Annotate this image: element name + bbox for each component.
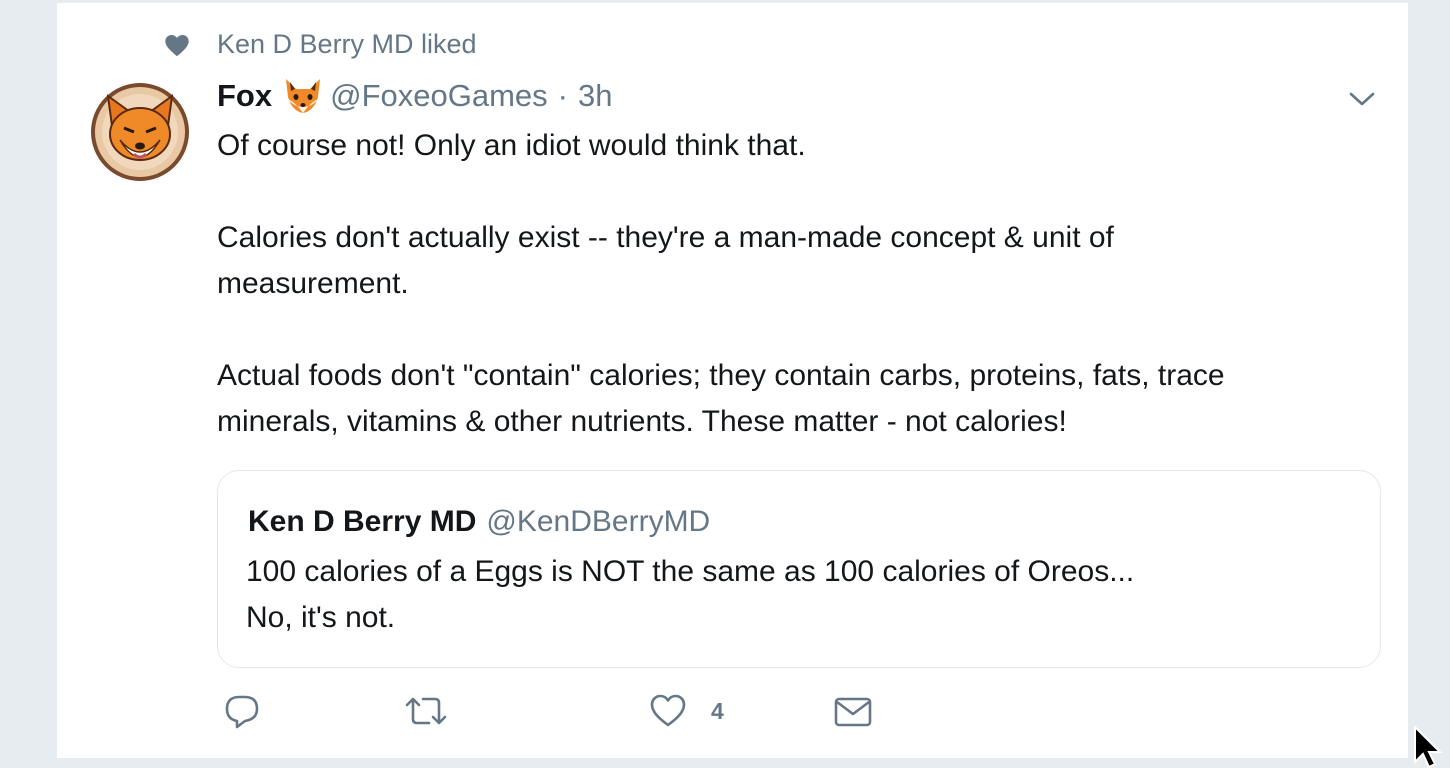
like-button[interactable]: 4	[649, 693, 724, 729]
like-icon	[650, 694, 686, 727]
social-context: Ken D Berry MD liked	[163, 29, 477, 60]
heart-icon	[165, 34, 189, 56]
quoted-author-handle: @KenDBerryMD	[486, 505, 711, 538]
quoted-author-name: Ken D Berry MD	[248, 505, 477, 538]
avatar[interactable]	[90, 82, 190, 182]
quoted-line: 100 calories of a Eggs is NOT the same a…	[246, 555, 1135, 588]
author-name[interactable]: Fox	[217, 78, 272, 114]
quoted-line: No, it's not.	[246, 601, 396, 634]
quoted-tweet-text: 100 calories of a Eggs is NOT the same a…	[246, 549, 1134, 641]
header-separator: ·	[557, 78, 568, 113]
tweet-text: Of course not! Only an idiot would think…	[217, 123, 1297, 445]
reply-button[interactable]	[223, 693, 261, 729]
tweet-line: Calories don't actually exist -- they're…	[217, 221, 1114, 254]
direct-message-button[interactable]	[833, 693, 873, 729]
quoted-tweet[interactable]: Ken D Berry MD @KenDBerryMD 100 calories…	[217, 470, 1381, 668]
chevron-down-icon[interactable]	[1348, 89, 1376, 109]
like-count: 4	[711, 697, 724, 724]
fox-emoji-icon	[282, 77, 324, 115]
tweet-header: Fox @FoxeoGames · 3h	[217, 77, 612, 115]
quoted-tweet-header: Ken D Berry MD @KenDBerryMD	[248, 505, 710, 539]
tweet-card[interactable]: Ken D Berry MD liked Fox @FoxeoGames · 3…	[56, 2, 1409, 759]
fox-avatar-image	[91, 83, 189, 181]
tweet-line: minerals, vitamins & other nutrients. Th…	[217, 405, 1067, 438]
mouse-cursor-icon	[1414, 726, 1443, 768]
reply-icon	[225, 695, 259, 729]
envelope-icon	[834, 697, 872, 727]
tweet-timestamp[interactable]: 3h	[578, 78, 612, 114]
social-context-text[interactable]: Ken D Berry MD liked	[217, 29, 477, 60]
tweet-paragraph: Of course not! Only an idiot would think…	[217, 123, 1297, 169]
tweet-line: Of course not! Only an idiot would think…	[217, 129, 806, 162]
tweet-line: Actual foods don't "contain" calories; t…	[217, 359, 1225, 392]
tweet-paragraph: Actual foods don't "contain" calories; t…	[217, 353, 1297, 445]
retweet-button[interactable]	[403, 693, 449, 729]
author-handle[interactable]: @FoxeoGames	[330, 78, 548, 114]
tweet-line: measurement.	[217, 267, 409, 300]
retweet-icon	[405, 697, 447, 725]
tweet-paragraph: Calories don't actually exist -- they're…	[217, 215, 1297, 307]
